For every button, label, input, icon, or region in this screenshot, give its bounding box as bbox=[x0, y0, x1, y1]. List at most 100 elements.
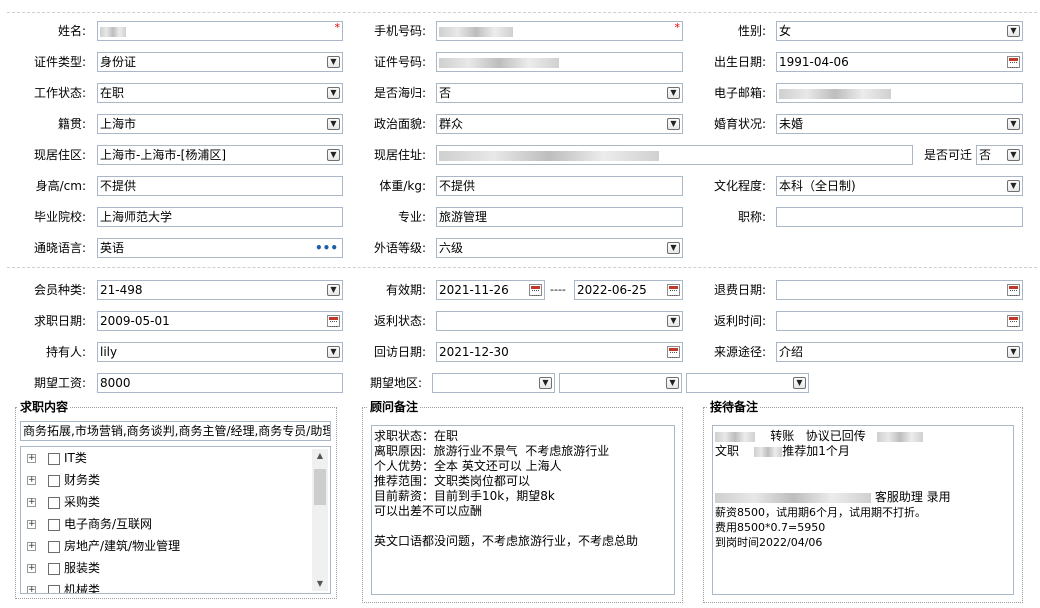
expand-icon[interactable]: + bbox=[27, 542, 36, 551]
tree-item-label: 电子商务/互联网 bbox=[64, 517, 153, 531]
name-field[interactable]: * bbox=[97, 21, 343, 41]
checkbox[interactable] bbox=[48, 562, 60, 575]
political-select[interactable]: 群众 ▼ bbox=[436, 114, 683, 134]
tree-item[interactable]: + IT类 bbox=[27, 447, 87, 469]
tree-item[interactable]: + 房地产/建筑/物业管理 bbox=[27, 535, 180, 557]
email-field[interactable] bbox=[776, 83, 1023, 103]
consultant-notes-textarea[interactable]: 求职状态：在职 离职原因: 旅游行业不景气 不考虑旅游行业 个人优势：全本 英文… bbox=[371, 425, 675, 595]
chevron-down-icon[interactable]: ▼ bbox=[667, 315, 680, 327]
idno-field[interactable] bbox=[436, 52, 683, 72]
scroll-up-icon[interactable]: ▲ bbox=[312, 449, 328, 463]
calendar-icon[interactable] bbox=[1007, 56, 1020, 68]
chevron-down-icon[interactable]: ▼ bbox=[1007, 180, 1020, 192]
tree-item-label: IT类 bbox=[64, 451, 87, 465]
gender-select[interactable]: 女 ▼ bbox=[776, 21, 1023, 41]
weight-field[interactable]: 不提供 bbox=[436, 176, 683, 196]
tree-item[interactable]: + 采购类 bbox=[27, 491, 100, 513]
relocate-select[interactable]: 否 ▼ bbox=[976, 145, 1023, 165]
vertical-scrollbar[interactable]: ▲ ▼ bbox=[312, 449, 328, 591]
expand-icon[interactable]: + bbox=[27, 586, 36, 593]
expand-icon[interactable]: + bbox=[27, 498, 36, 507]
chevron-down-icon[interactable]: ▼ bbox=[539, 377, 552, 389]
calendar-icon[interactable] bbox=[529, 284, 542, 296]
salary-field[interactable]: 8000 bbox=[97, 373, 343, 393]
chevron-down-icon[interactable]: ▼ bbox=[667, 242, 680, 254]
visit-date-field[interactable]: 2021-12-30 bbox=[436, 342, 683, 362]
workstatus-select[interactable]: 在职 ▼ bbox=[97, 83, 343, 103]
hometown-select[interactable]: 上海市 ▼ bbox=[97, 114, 343, 134]
job-date-label: 求职日期: bbox=[33, 314, 86, 328]
checkbox[interactable] bbox=[48, 518, 60, 531]
language-field[interactable]: 英语 ••• bbox=[97, 238, 343, 258]
address-field[interactable] bbox=[436, 145, 913, 165]
tree-item[interactable]: + 财务类 bbox=[27, 469, 100, 491]
hometown-value: 上海市 bbox=[100, 117, 137, 131]
expand-icon[interactable]: + bbox=[27, 520, 36, 529]
tree-item-label: 服装类 bbox=[64, 561, 101, 575]
chevron-down-icon[interactable]: ▼ bbox=[327, 149, 340, 161]
region-district-select[interactable]: ▼ bbox=[686, 373, 809, 393]
returnee-select[interactable]: 否 ▼ bbox=[436, 83, 683, 103]
calendar-icon[interactable] bbox=[1007, 284, 1020, 296]
height-field[interactable]: 不提供 bbox=[97, 176, 343, 196]
checkbox[interactable] bbox=[48, 496, 60, 509]
chevron-down-icon[interactable]: ▼ bbox=[793, 377, 806, 389]
tree-item[interactable]: + 服装类 bbox=[27, 557, 100, 579]
calendar-icon[interactable] bbox=[667, 284, 680, 296]
validity-to-field[interactable]: 2022-06-25 bbox=[574, 280, 683, 300]
checkbox[interactable] bbox=[48, 540, 60, 553]
rebate-status-select[interactable]: ▼ bbox=[436, 311, 683, 331]
chevron-down-icon[interactable]: ▼ bbox=[1007, 25, 1020, 37]
calendar-icon[interactable] bbox=[1007, 315, 1020, 327]
title-field[interactable] bbox=[776, 207, 1023, 227]
residence-select[interactable]: 上海市-上海市-[杨浦区] ▼ bbox=[97, 145, 343, 165]
chevron-down-icon[interactable]: ▼ bbox=[1007, 346, 1020, 358]
lang-level-select[interactable]: 六级 ▼ bbox=[436, 238, 683, 258]
phone-field[interactable]: * bbox=[436, 21, 683, 41]
idtype-select[interactable]: 身份证 ▼ bbox=[97, 52, 343, 72]
calendar-icon[interactable] bbox=[327, 315, 340, 327]
job-content-selected[interactable]: 商务拓展,市场营销,商务谈判,商务主管/经理,商务专员/助理 bbox=[20, 421, 331, 441]
region-city-select[interactable]: ▼ bbox=[559, 373, 682, 393]
source-select[interactable]: 介绍 ▼ bbox=[776, 342, 1023, 362]
reception-notes-textarea[interactable]: 转账 协议已回传 文职 推荐加1个月 客服助理 录用 薪资8500，试用期6个月… bbox=[712, 425, 1014, 595]
region-label: 期望地区: bbox=[369, 376, 422, 390]
chevron-down-icon[interactable]: ▼ bbox=[1007, 149, 1020, 161]
expand-icon[interactable]: + bbox=[27, 564, 36, 573]
rebate-time-field[interactable] bbox=[776, 311, 1023, 331]
major-field[interactable]: 旅游管理 bbox=[436, 207, 683, 227]
checkbox[interactable] bbox=[48, 452, 60, 465]
chevron-down-icon[interactable]: ▼ bbox=[327, 87, 340, 99]
more-icon[interactable]: ••• bbox=[315, 239, 338, 257]
holder-select[interactable]: lily ▼ bbox=[97, 342, 343, 362]
refund-date-field[interactable] bbox=[776, 280, 1023, 300]
chevron-down-icon[interactable]: ▼ bbox=[327, 346, 340, 358]
scroll-down-icon[interactable]: ▼ bbox=[312, 577, 328, 591]
expand-icon[interactable]: + bbox=[27, 476, 36, 485]
calendar-icon[interactable] bbox=[667, 346, 680, 358]
chevron-down-icon[interactable]: ▼ bbox=[667, 118, 680, 130]
political-value: 群众 bbox=[439, 117, 464, 131]
chevron-down-icon[interactable]: ▼ bbox=[666, 377, 679, 389]
tree-item[interactable]: + 电子商务/互联网 bbox=[27, 513, 152, 535]
job-date-field[interactable]: 2009-05-01 bbox=[97, 311, 343, 331]
checkbox[interactable] bbox=[48, 584, 60, 593]
chevron-down-icon[interactable]: ▼ bbox=[1007, 118, 1020, 130]
phone-label: 手机号码: bbox=[373, 24, 426, 38]
region-province-select[interactable]: ▼ bbox=[432, 373, 555, 393]
chevron-down-icon[interactable]: ▼ bbox=[327, 118, 340, 130]
scroll-thumb[interactable] bbox=[314, 469, 326, 505]
expand-icon[interactable]: + bbox=[27, 454, 36, 463]
member-type-select[interactable]: 21-498 ▼ bbox=[97, 280, 343, 300]
chevron-down-icon[interactable]: ▼ bbox=[327, 284, 340, 296]
tree-item[interactable]: + 机械类 bbox=[27, 579, 100, 593]
chevron-down-icon[interactable]: ▼ bbox=[667, 87, 680, 99]
marital-select[interactable]: 未婚 ▼ bbox=[776, 114, 1023, 134]
education-select[interactable]: 本科（全日制) ▼ bbox=[776, 176, 1023, 196]
chevron-down-icon[interactable]: ▼ bbox=[327, 56, 340, 68]
job-category-tree[interactable]: + IT类 + 财务类 + 采购类 + 电子商务/互联网 + 房地产/建筑/物业管理 + 服… bbox=[20, 446, 331, 594]
validity-from-field[interactable]: 2021-11-26 bbox=[436, 280, 545, 300]
birth-date-field[interactable]: 1991-04-06 bbox=[776, 52, 1023, 72]
school-field[interactable]: 上海师范大学 bbox=[97, 207, 343, 227]
checkbox[interactable] bbox=[48, 474, 60, 487]
